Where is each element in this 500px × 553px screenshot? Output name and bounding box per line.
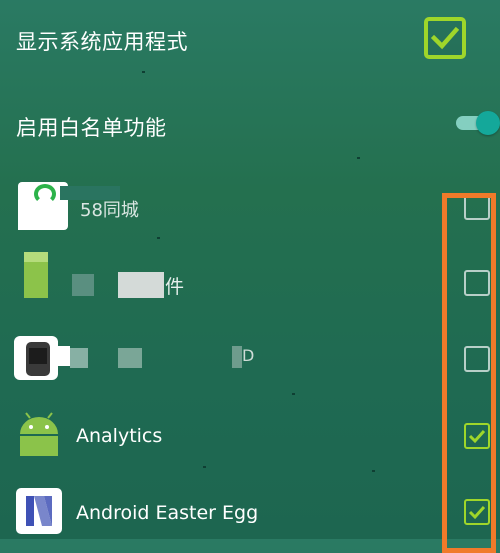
app-name: Analytics xyxy=(76,425,163,447)
app-name: D xyxy=(242,346,255,365)
speck xyxy=(292,393,295,395)
green-app-icon xyxy=(24,252,48,298)
speck xyxy=(157,237,160,239)
speck xyxy=(372,470,375,472)
check-icon xyxy=(431,26,459,50)
app-name: 件 xyxy=(165,276,185,298)
whitelist-toggle[interactable] xyxy=(456,111,500,135)
app-name: Android Easter Egg xyxy=(76,502,259,524)
show-system-apps-checkbox[interactable] xyxy=(424,17,466,59)
android-robot-icon xyxy=(16,412,62,458)
watch-app-icon xyxy=(14,336,58,380)
speck xyxy=(203,466,206,468)
speck xyxy=(142,71,145,73)
android-n-logo-icon xyxy=(16,488,62,534)
show-system-apps-label: 显示系统应用程式 xyxy=(16,30,188,54)
toggle-thumb xyxy=(476,111,500,135)
speck xyxy=(357,157,360,159)
whitelist-label: 启用白名单功能 xyxy=(16,116,167,140)
highlight-box xyxy=(442,193,496,553)
